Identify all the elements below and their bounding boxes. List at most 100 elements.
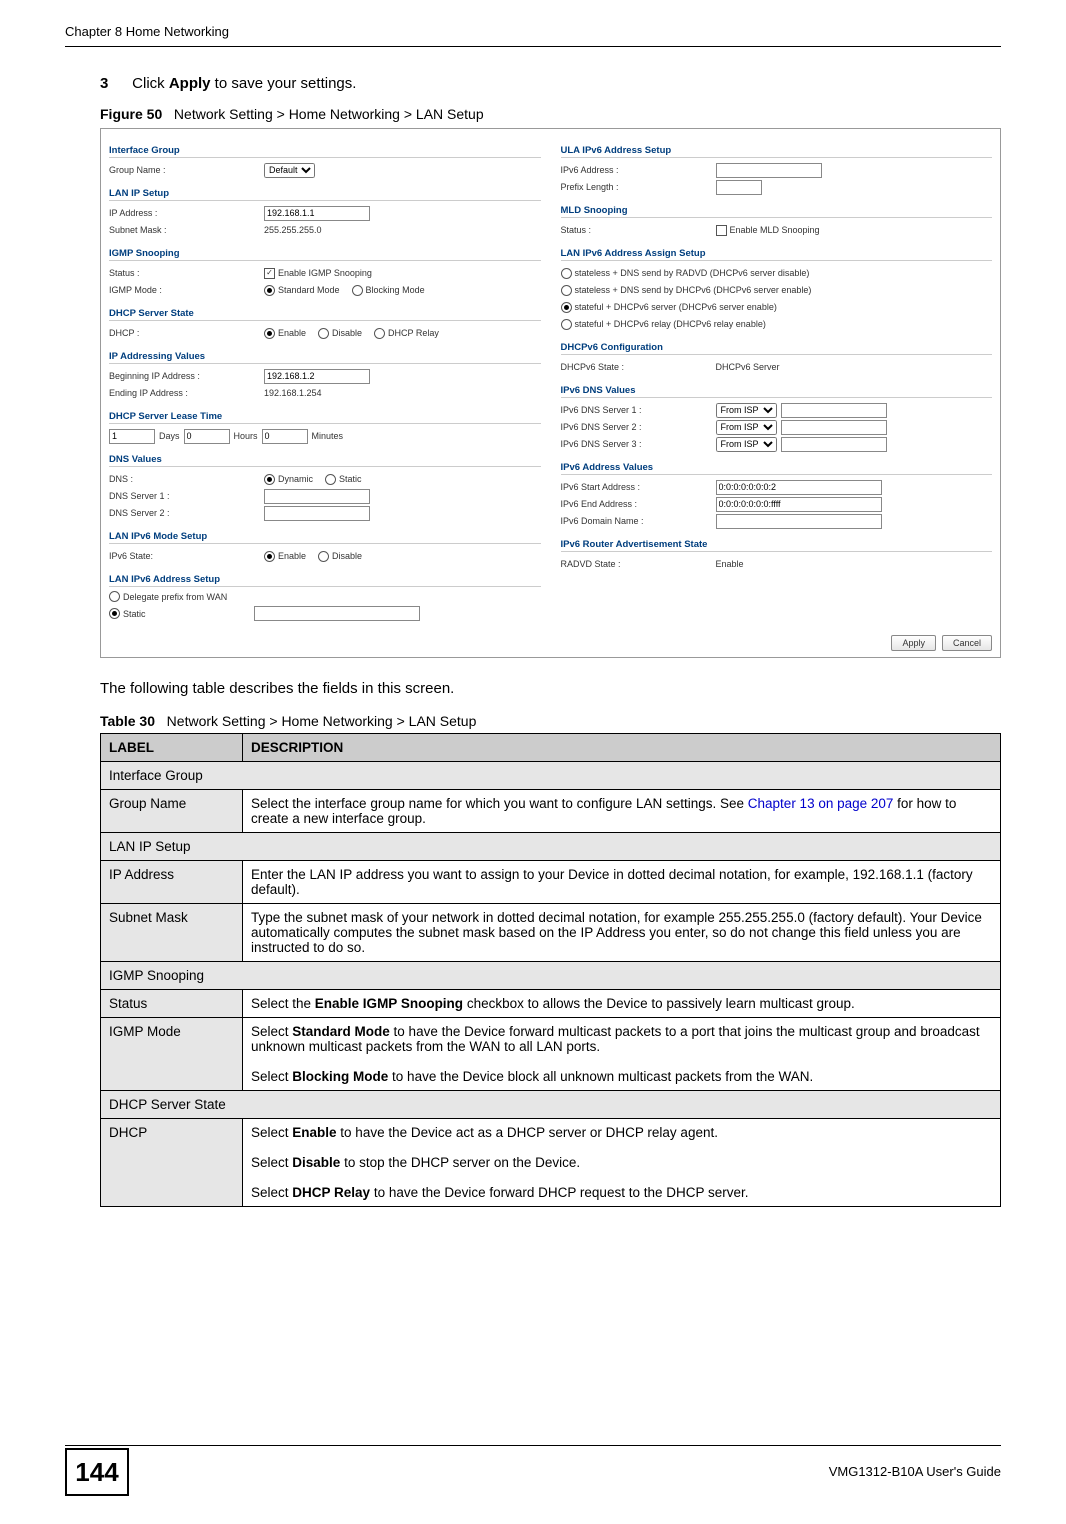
dns1-input[interactable] [264, 489, 370, 504]
group-name-select[interactable]: Default [264, 163, 315, 178]
igmp-status-label: Status : [109, 268, 264, 278]
assign-opt2-radio[interactable]: stateless + DNS send by DHCPv6 (DHCPv6 s… [561, 285, 812, 296]
sect-dns-values: DNS Values [109, 454, 541, 467]
sect-interface-group: Interface Group [109, 145, 541, 158]
lease-min-input[interactable] [262, 429, 308, 444]
prefix-label: Prefix Length : [561, 182, 716, 192]
sect-dhcp-state: DHCP Server State [109, 308, 541, 321]
sect-ip-addressing: IP Addressing Values [109, 351, 541, 364]
figure-label: Figure 50 [100, 106, 162, 122]
table-title: Network Setting > Home Networking > LAN … [167, 713, 477, 729]
sect-v6-addr-setup: LAN IPv6 Address Setup [109, 574, 541, 587]
row-status-label: Status [101, 990, 243, 1018]
sect-v6-vals: IPv6 Address Values [561, 462, 993, 475]
v6-disable-radio[interactable]: Disable [318, 551, 362, 562]
v6start-label: IPv6 Start Address : [561, 482, 716, 492]
v6domain-input[interactable] [716, 514, 882, 529]
cancel-button[interactable]: Cancel [942, 635, 992, 651]
chapter-13-link[interactable]: Chapter 13 on page 207 [748, 796, 894, 811]
assign-opt3-radio[interactable]: stateful + DHCPv6 server (DHCPv6 server … [561, 302, 777, 313]
static-radio[interactable]: Static [109, 608, 146, 619]
sect-igmp-snooping: IGMP Snooping [109, 248, 541, 261]
row-subnet-label: Subnet Mask [101, 904, 243, 962]
v6end-input[interactable] [716, 497, 882, 512]
assign-opt4-radio[interactable]: stateful + DHCPv6 relay (DHCPv6 relay en… [561, 319, 766, 330]
group-name-label: Group Name : [109, 165, 264, 175]
sect-v6-dns: IPv6 DNS Values [561, 385, 993, 398]
row-status-desc: Select the Enable IGMP Snooping checkbox… [243, 990, 1001, 1018]
sect-v6-mode: LAN IPv6 Mode Setup [109, 531, 541, 544]
lease-min-label: Minutes [312, 431, 344, 441]
v6-addr-label: IPv6 Address : [561, 165, 716, 175]
v6-static-input[interactable] [254, 606, 420, 621]
v6-addr-input[interactable] [716, 163, 822, 178]
lease-days-input[interactable] [109, 429, 155, 444]
v6end-label: IPv6 End Address : [561, 499, 716, 509]
lease-days-label: Days [159, 431, 180, 441]
v6dns2-select[interactable]: From ISP [716, 420, 777, 435]
igmp-enable-checkbox[interactable]: ✓Enable IGMP Snooping [264, 268, 372, 279]
dns2-input[interactable] [264, 506, 370, 521]
step-text-post: to save your settings. [211, 75, 357, 92]
igmp-mode-label: IGMP Mode : [109, 285, 264, 295]
apply-button[interactable]: Apply [891, 635, 936, 651]
row-igmp-snooping: IGMP Snooping [101, 962, 1001, 990]
radvd-value: Enable [716, 559, 744, 569]
ip-address-input[interactable] [264, 206, 370, 221]
v6dns1-select[interactable]: From ISP [716, 403, 777, 418]
page-footer: 144 VMG1312-B10A User's Guide [65, 1445, 1001, 1496]
v6dns2-label: IPv6 DNS Server 2 : [561, 422, 716, 432]
v6-state-label: IPv6 State: [109, 551, 264, 561]
subnet-label: Subnet Mask : [109, 225, 264, 235]
v6dns3-input[interactable] [781, 437, 887, 452]
th-label: LABEL [101, 734, 243, 762]
v6dns1-label: IPv6 DNS Server 1 : [561, 405, 716, 415]
sect-ula: ULA IPv6 Address Setup [561, 145, 993, 158]
sect-lease-time: DHCP Server Lease Time [109, 411, 541, 424]
v6start-input[interactable] [716, 480, 882, 495]
row-ip-address-desc: Enter the LAN IP address you want to ass… [243, 861, 1001, 904]
begin-ip-label: Beginning IP Address : [109, 371, 264, 381]
after-figure-text: The following table describes the fields… [100, 680, 1001, 697]
dns-static-radio[interactable]: Static [325, 474, 362, 485]
sect-mld: MLD Snooping [561, 205, 993, 218]
dhcp-relay-radio[interactable]: DHCP Relay [374, 328, 439, 339]
row-interface-group: Interface Group [101, 762, 1001, 790]
mld-enable-checkbox[interactable]: Enable MLD Snooping [716, 225, 820, 236]
v6dns3-select[interactable]: From ISP [716, 437, 777, 452]
assign-opt1-radio[interactable]: stateless + DNS send by RADVD (DHCPv6 se… [561, 268, 810, 279]
v6dns3-label: IPv6 DNS Server 3 : [561, 439, 716, 449]
end-ip-label: Ending IP Address : [109, 388, 264, 398]
end-ip-value: 192.168.1.254 [264, 388, 322, 398]
row-group-name-desc: Select the interface group name for whic… [243, 790, 1001, 833]
row-dhcp-label: DHCP [101, 1119, 243, 1207]
sect-v6-assign: LAN IPv6 Address Assign Setup [561, 248, 993, 261]
igmp-mode-blocking-radio[interactable]: Blocking Mode [352, 285, 425, 296]
dns2-label: DNS Server 2 : [109, 508, 264, 518]
page-number: 144 [65, 1448, 129, 1496]
lease-hours-input[interactable] [184, 429, 230, 444]
step-text-bold: Apply [169, 75, 211, 92]
v6-enable-radio[interactable]: Enable [264, 551, 306, 562]
v6conf-value: DHCPv6 Server [716, 362, 780, 372]
dns-label: DNS : [109, 474, 264, 484]
v6dns2-input[interactable] [781, 420, 887, 435]
lease-hours-label: Hours [234, 431, 258, 441]
mld-status-label: Status : [561, 225, 716, 235]
prefix-input[interactable] [716, 180, 762, 195]
dhcp-disable-radio[interactable]: Disable [318, 328, 362, 339]
row-igmp-mode-desc: Select Standard Mode to have the Device … [243, 1018, 1001, 1091]
table-caption: Table 30 Network Setting > Home Networki… [100, 713, 1001, 729]
dhcp-enable-radio[interactable]: Enable [264, 328, 306, 339]
header-rule [65, 46, 1001, 47]
begin-ip-input[interactable] [264, 369, 370, 384]
subnet-value: 255.255.255.0 [264, 225, 322, 235]
dns-dynamic-radio[interactable]: Dynamic [264, 474, 313, 485]
row-ip-address-label: IP Address [101, 861, 243, 904]
igmp-mode-standard-radio[interactable]: Standard Mode [264, 285, 340, 296]
delegate-prefix-radio[interactable]: Delegate prefix from WAN [109, 591, 227, 602]
sect-lan-ip: LAN IP Setup [109, 188, 541, 201]
description-table: LABEL DESCRIPTION Interface Group Group … [100, 733, 1001, 1207]
radvd-label: RADVD State : [561, 559, 716, 569]
v6dns1-input[interactable] [781, 403, 887, 418]
